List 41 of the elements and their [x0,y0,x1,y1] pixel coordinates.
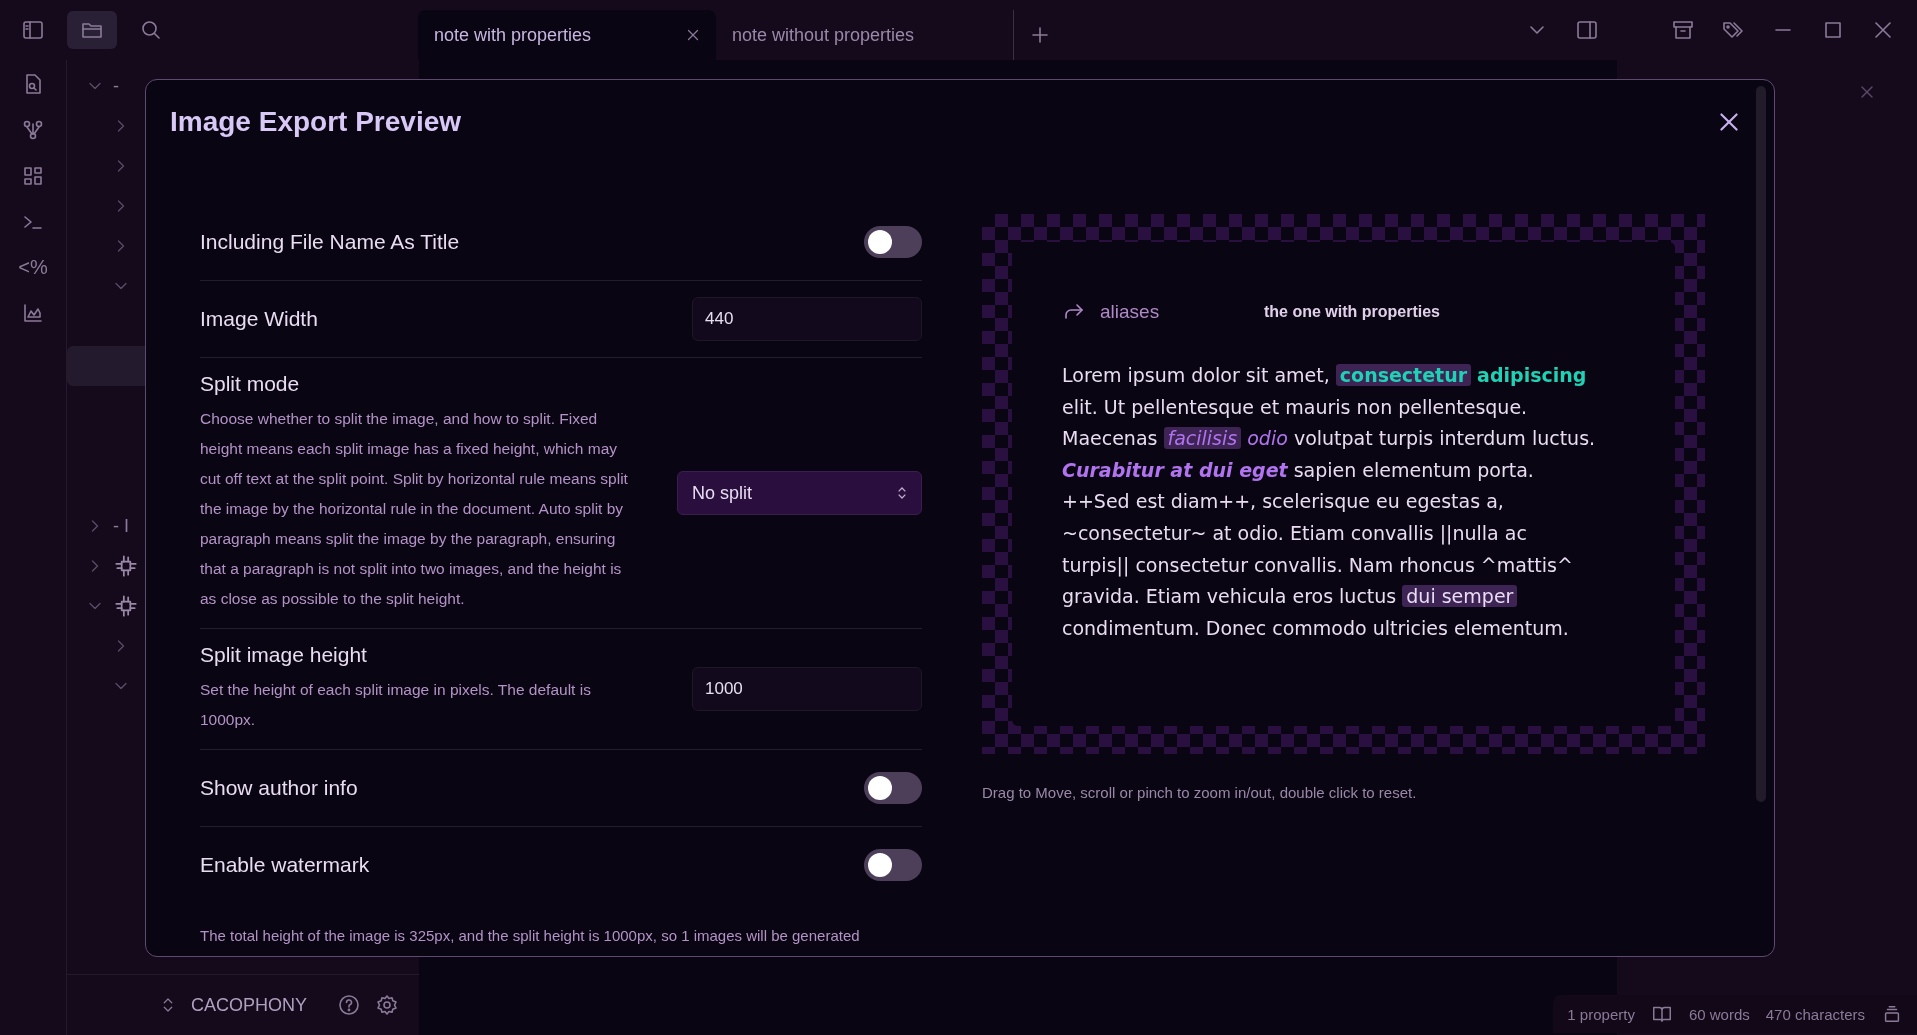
setting-description: Choose whether to split the image, and how to split. Fixed height means each split image has a fixed height, which may cut off text at the split point. Split by horizontal rule means split the image by the horizontal rule in the document. Auto split by paragraph means split the image by the paragraph, ensuring that a paragraph is not split into two images, and the height is as close as possible to the split height. [200,409,629,609]
files-button[interactable] [67,11,117,49]
input-field[interactable]: 440 [692,297,922,341]
template-button[interactable]: <% [18,256,48,279]
note-paragraph: Lorem ipsum dolor sit amet, consectetur adipiscing elit. Ut pellentesque et mauris non pellentesque. Maecenas facilisis odio volutpat turpis interdum luctus. Curabitur at dui eget sapien elementum porta. ++Sed est diam++, scelerisque eu egestas a, ~consectetur~ at odio. Etiam convallis ||nulla ac turpis|| consectetur convallis. Nam rhoncus ^mattis^ gravida. Etiam vehicula eros luctus dui semper condimentum. Donec commodo ultricies elementum. [1062,363,1597,641]
settings-icon[interactable] [375,993,399,1017]
preview-hint: Drag to Move, scroll or pinch to zoom in/out, double click to reset. [982,784,1418,801]
property-value: the one with properties [1264,303,1440,321]
setting-name: Enable watermark [200,853,370,877]
summary-text: The total height of the image is 325px, and the split height is 1000px, so 1 images will be generated [200,926,861,944]
archive-icon[interactable] [1671,18,1695,42]
setting-name: Split image height [200,643,368,667]
setting-name: Including File Name As Title [200,230,460,254]
character-count: 470 characters [1765,1005,1865,1023]
property-count[interactable]: 1 property [1567,1005,1635,1023]
dialog-title: Image Export Preview [170,106,461,138]
chart-icon[interactable] [21,301,45,325]
sidebar-toggle-icon[interactable] [1575,18,1599,42]
setting-name: Split mode [200,372,301,396]
circuit-icon [113,593,139,619]
search-icon[interactable] [139,18,163,42]
setting-name: Image Width [200,307,318,331]
help-icon[interactable] [337,993,361,1017]
graph-icon[interactable] [21,118,45,142]
dropdown[interactable]: No split [677,471,922,515]
toggle-switch[interactable] [864,849,922,881]
input-field[interactable]: 1000 [692,667,922,711]
sidebar-toggle-icon[interactable] [21,18,45,42]
setting-description: Set the height of each split image in pixels. The default is 1000px. [200,680,592,730]
vault-name[interactable]: CACOPHONY [191,994,307,1016]
grid-icon[interactable] [21,164,45,188]
circuit-icon [113,553,139,579]
tab[interactable]: note with properties [418,10,716,60]
tree-item[interactable]: - [113,75,119,97]
toggle-switch[interactable] [864,772,922,804]
tree-item[interactable]: - I [113,515,129,537]
property-key: aliases [1100,301,1250,323]
word-count: 60 words [1688,1005,1750,1023]
scrollbar[interactable] [1756,86,1766,802]
setting-name: Show author info [200,776,358,800]
toggle-switch[interactable] [864,226,922,258]
